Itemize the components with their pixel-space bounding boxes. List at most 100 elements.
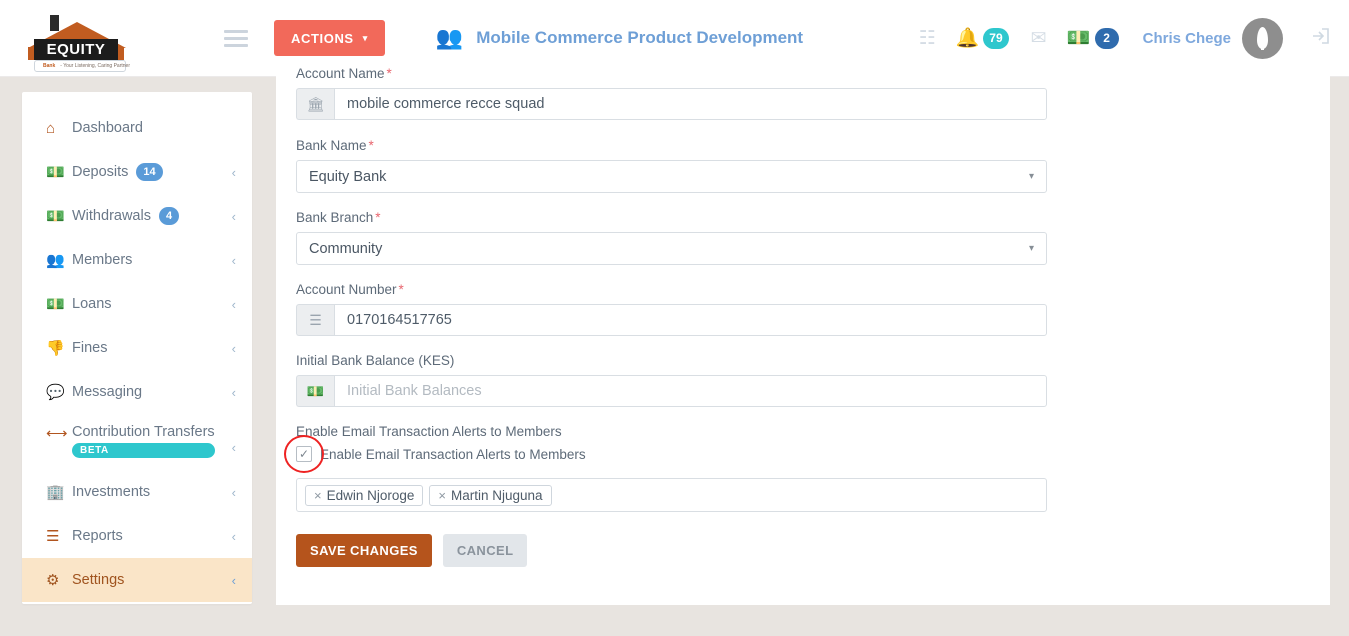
sidebar-item-withdrawals[interactable]: 💵 Withdrawals 4 ‹ xyxy=(22,194,252,238)
chevron-down-icon: ▾ xyxy=(1028,171,1034,182)
sidebar-item-label: Reports xyxy=(72,528,123,544)
chevron-down-icon: ▾ xyxy=(362,32,368,43)
email-alerts-checkbox[interactable]: ✓ xyxy=(296,446,312,462)
sidebar-item-label: Members xyxy=(72,252,133,268)
field-email-alerts: Enable Email Transaction Alerts to Membe… xyxy=(284,424,1330,473)
deposits-count-badge: 14 xyxy=(136,163,163,181)
bank-account-form: Account Name* 🏛 Bank Name* Equity Bank ▾… xyxy=(276,66,1330,567)
sidebar-item-label: Loans xyxy=(72,296,112,312)
logout-icon[interactable] xyxy=(1309,25,1331,51)
chevron-left-icon: ‹ xyxy=(231,252,236,268)
chevron-left-icon: ‹ xyxy=(231,484,236,500)
cancel-button[interactable]: CANCEL xyxy=(442,534,528,567)
required-asterisk: * xyxy=(398,282,404,297)
sidebar-item-label: Messaging xyxy=(72,384,143,400)
equity-bank-logo-icon: EQUITY Bank - Your Listening, Caring Par… xyxy=(26,10,130,72)
payments-badge[interactable]: 2 xyxy=(1094,27,1119,49)
sidebar-item-investments[interactable]: 🏢 Investments ‹ xyxy=(22,470,252,514)
sidebar-item-reports[interactable]: ☰ Reports ‹ xyxy=(22,514,252,558)
bank-account-form-card: Account Name* 🏛 Bank Name* Equity Bank ▾… xyxy=(276,62,1330,605)
chevron-left-icon: ‹ xyxy=(231,164,236,180)
user-name[interactable]: Chris Chege xyxy=(1143,30,1231,47)
logo-wordmark: EQUITY xyxy=(34,39,118,60)
remove-tag-icon[interactable]: × xyxy=(438,488,446,503)
page-title[interactable]: Mobile Commerce Product Development xyxy=(476,28,803,48)
thumbs-down-icon: 👎 xyxy=(46,340,65,357)
sidebar-item-contribution-transfers[interactable]: ⟷ Contribution Transfers BETA ‹ xyxy=(22,414,252,470)
sidebar-item-members[interactable]: 👥 Members ‹ xyxy=(22,238,252,282)
check-icon: ✓ xyxy=(298,447,310,461)
required-asterisk: * xyxy=(375,210,381,225)
building-icon: 🏢 xyxy=(46,484,65,501)
person-silhouette-icon xyxy=(1257,27,1268,50)
save-changes-button[interactable]: SAVE CHANGES xyxy=(296,534,432,567)
list-icon: ☰ xyxy=(296,304,334,336)
avatar[interactable] xyxy=(1242,17,1283,59)
tag-chip[interactable]: × Edwin Njoroge xyxy=(305,484,424,506)
money-icon[interactable]: 💵 xyxy=(1059,29,1099,48)
tag-label: Martin Njuguna xyxy=(450,487,543,503)
actions-button-label: ACTIONS xyxy=(291,30,354,46)
tag-label: Edwin Njoroge xyxy=(326,487,415,503)
sidebar-item-fines[interactable]: 👎 Fines ‹ xyxy=(22,326,252,370)
page-title-group: 👥 Mobile Commerce Product Development xyxy=(436,27,803,49)
member-tags-input[interactable]: × Edwin Njoroge × Martin Njuguna xyxy=(296,478,1047,512)
top-bar-actions: ☷ 🔔 79 ✉ 💵 2 Chris Chege xyxy=(907,17,1349,59)
chevron-left-icon: ‹ xyxy=(231,384,236,400)
sidebar-item-label: Deposits xyxy=(72,164,129,180)
users-icon: 👥 xyxy=(46,252,65,269)
initial-balance-label: Initial Bank Balance (KES) xyxy=(296,353,455,368)
notifications-badge[interactable]: 79 xyxy=(983,27,1009,49)
chevron-left-icon: ‹ xyxy=(231,208,236,224)
sidebar-item-label: Settings xyxy=(72,572,125,588)
sidebar-item-loans[interactable]: 💵 Loans ‹ xyxy=(22,282,252,326)
menu-toggle-icon[interactable] xyxy=(210,29,262,47)
account-number-label: Account Number * xyxy=(296,282,404,297)
field-member-tags: × Edwin Njoroge × Martin Njuguna xyxy=(296,478,1330,512)
bank-branch-selected-value: Community xyxy=(309,240,383,257)
initial-balance-input[interactable] xyxy=(334,375,1047,407)
required-asterisk: * xyxy=(368,138,374,153)
account-name-input[interactable] xyxy=(334,88,1047,120)
logo-tagline: Bank - Your Listening, Caring Partner xyxy=(34,60,130,72)
money-icon: 💵 xyxy=(296,375,334,407)
field-bank-branch: Bank Branch * Community ▾ xyxy=(296,210,1330,265)
sidebar-item-label: Dashboard xyxy=(72,120,143,136)
sidebar-item-label: Contribution Transfers xyxy=(72,424,215,440)
required-asterisk: * xyxy=(386,66,392,81)
remove-tag-icon[interactable]: × xyxy=(314,488,322,503)
bank-name-label: Bank Name * xyxy=(296,138,374,153)
email-alerts-checkbox-row: ✓ Enable Email Transaction Alerts to Mem… xyxy=(284,435,1330,473)
form-actions: SAVE CHANGES CANCEL xyxy=(296,534,1330,567)
bars-icon: ☰ xyxy=(46,528,60,545)
chevron-left-icon: ‹ xyxy=(231,340,236,356)
sidebar-item-dashboard[interactable]: ⌂ Dashboard xyxy=(22,106,252,150)
chevron-left-icon: ‹ xyxy=(231,296,236,312)
chevron-down-icon: ▾ xyxy=(1028,243,1034,254)
money-icon: 💵 xyxy=(46,164,65,181)
account-name-label: Account Name * xyxy=(296,66,392,81)
bell-icon[interactable]: 🔔 xyxy=(947,29,987,48)
bank-name-select[interactable]: Equity Bank ▾ xyxy=(296,160,1047,193)
sidebar-navigation: ⌂ Dashboard 💵 Deposits 14 ‹ 💵 Withdrawal… xyxy=(22,92,252,604)
chevron-left-icon: ‹ xyxy=(231,572,236,588)
sidebar-item-settings[interactable]: ⚙ Settings ‹ xyxy=(22,558,252,602)
sidebar-item-label: Fines xyxy=(72,340,108,356)
sidebar-item-deposits[interactable]: 💵 Deposits 14 ‹ xyxy=(22,150,252,194)
money-icon: 💵 xyxy=(46,296,65,313)
sidebar-item-messaging[interactable]: 💬 Messaging ‹ xyxy=(22,370,252,414)
bank-icon: 🏛 xyxy=(296,88,334,120)
bank-name-selected-value: Equity Bank xyxy=(309,168,387,185)
tag-chip[interactable]: × Martin Njuguna xyxy=(429,484,552,506)
actions-button[interactable]: ACTIONS ▾ xyxy=(274,20,385,56)
brand-logo[interactable]: EQUITY Bank - Your Listening, Caring Par… xyxy=(0,0,210,77)
chevron-left-icon: ‹ xyxy=(231,528,236,544)
bank-branch-select[interactable]: Community ▾ xyxy=(296,232,1047,265)
email-alerts-section-label: Enable Email Transaction Alerts to Membe… xyxy=(296,424,562,439)
sidebar-item-label: Investments xyxy=(72,484,151,500)
gears-icon: ⚙ xyxy=(46,572,60,589)
calendar-icon[interactable]: ☷ xyxy=(907,29,947,48)
account-number-input[interactable] xyxy=(334,304,1047,336)
field-initial-bank-balance: Initial Bank Balance (KES) 💵 xyxy=(296,353,1330,407)
envelope-icon[interactable]: ✉ xyxy=(1019,29,1059,48)
